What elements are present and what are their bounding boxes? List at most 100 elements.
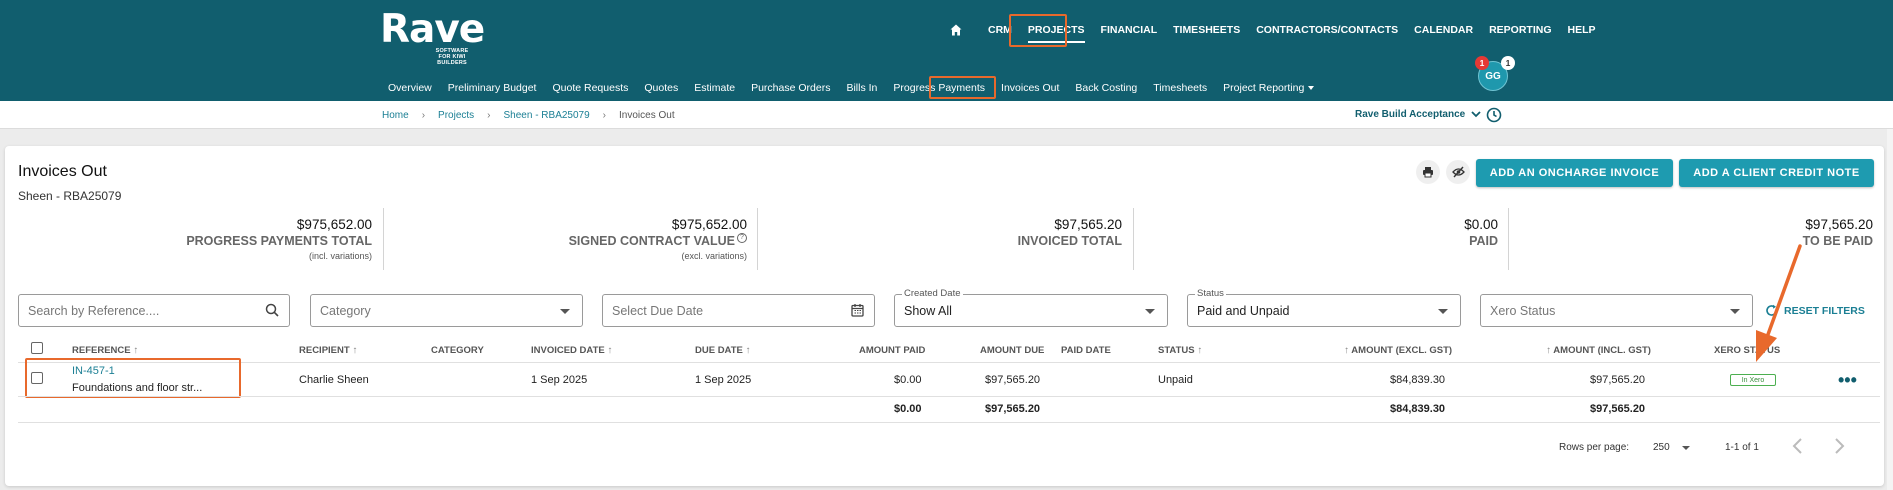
print-button[interactable] [1416,160,1440,184]
subnav-preliminary-budget[interactable]: Preliminary Budget [440,81,545,95]
reference-highlight-box [25,358,241,398]
xero-status-select[interactable]: Xero Status [1480,294,1753,327]
created-date-value: Show All [904,304,952,318]
col-amount-incl-label: AMOUNT (INCL. GST) [1553,345,1651,356]
search-icon [265,303,279,317]
top-header: Rave SOFTWARE FOR KIWI BUILDERS CRM PROJ… [0,0,1893,101]
refresh-icon [1766,304,1777,316]
dropdown-arrow-icon [1730,309,1740,314]
subnav-quote-requests[interactable]: Quote Requests [544,81,636,95]
breadcrumb: Home › Projects › Sheen - RBA25079 › Inv… [382,110,675,121]
breadcrumb-project[interactable]: Sheen - RBA25079 [504,110,590,121]
breadcrumb-current: Invoices Out [619,110,675,121]
summary-label: INVOICED TOTAL [1017,234,1122,248]
summary-to-be-paid: $97,565.20 TO BE PAID [1573,216,1873,250]
workflow-dropdown[interactable]: Rave Build Acceptance [1355,109,1481,120]
subnav-invoices-out[interactable]: Invoices Out [993,81,1067,95]
col-status[interactable]: STATUS ↑ [1158,345,1202,356]
subnav-purchase-orders[interactable]: Purchase Orders [743,81,838,95]
rave-logo[interactable]: Rave SOFTWARE FOR KIWI BUILDERS [380,10,485,67]
prev-page-icon[interactable] [1790,437,1806,455]
col-paid-date[interactable]: PAID DATE [1061,345,1111,356]
col-amount-paid[interactable]: AMOUNT PAID [859,345,925,356]
subnav-overview[interactable]: Overview [380,81,440,95]
col-amount-excl-label: AMOUNT (EXCL. GST) [1351,345,1453,356]
nav-financial[interactable]: FINANCIAL [1093,23,1166,37]
history-clock-icon[interactable] [1486,107,1502,123]
summary-value: $97,565.20 [1054,217,1122,232]
scrollbar[interactable] [1887,129,1893,490]
total-amount-incl-gst: $97,565.20 [1590,403,1646,415]
help-icon[interactable]: ? [737,233,747,243]
nav-help[interactable]: HELP [1560,23,1604,37]
notification-badge[interactable]: 1 [1475,56,1489,70]
pagination-range: 1-1 of 1 [1725,442,1759,453]
summary-value: $975,652.00 [296,217,372,232]
search-input[interactable]: Search by Reference.... [18,294,290,327]
home-icon[interactable] [946,22,966,38]
divider [1133,208,1134,270]
cell-amount-excl-gst: $84,839.30 [1390,374,1446,386]
status-select[interactable]: Status Paid and Unpaid [1187,288,1461,327]
add-client-credit-note-button[interactable]: ADD A CLIENT CREDIT NOTE [1679,159,1874,187]
dropdown-arrow-icon [1438,309,1448,314]
cell-recipient: Charlie Sheen [299,374,369,386]
subnav-timesheets[interactable]: Timesheets [1145,81,1215,95]
rows-per-page-select[interactable]: 250 [1653,442,1670,453]
xero-status-placeholder: Xero Status [1490,304,1556,318]
category-select[interactable]: Category [310,294,583,327]
hide-columns-button[interactable] [1446,160,1470,184]
logo-tagline: SOFTWARE FOR KIWI BUILDERS [435,48,469,66]
subnav-bills-in[interactable]: Bills In [838,81,885,95]
summary-label-row: SIGNED CONTRACT VALUE? [447,233,747,250]
reset-filters-button[interactable]: RESET FILTERS [1766,304,1865,317]
caret-down-icon [1308,86,1315,91]
col-due-date-label: DUE DATE [695,345,743,356]
select-all-checkbox[interactable] [31,342,43,354]
col-due-date[interactable]: DUE DATE ↑ [695,345,751,356]
col-amount-excl-gst[interactable]: ↑ AMOUNT (EXCL. GST) [1344,345,1452,356]
summary-label: PAID [1469,234,1498,248]
due-date-picker[interactable]: Select Due Date [602,294,875,327]
col-amount-due[interactable]: AMOUNT DUE [980,345,1044,356]
col-reference[interactable]: REFERENCE ↑ [72,345,138,356]
message-badge[interactable]: 1 [1501,56,1515,70]
breadcrumb-bar: Home › Projects › Sheen - RBA25079 › Inv… [0,101,1893,129]
summary-value: $975,652.00 [671,217,747,232]
nav-calendar[interactable]: CALENDAR [1406,23,1481,37]
reset-filters-label: RESET FILTERS [1784,304,1865,317]
add-oncharge-invoice-button[interactable]: ADD AN ONCHARGE INVOICE [1476,159,1673,187]
col-xero-status[interactable]: XERO STATUS [1714,345,1780,356]
dropdown-arrow-icon[interactable] [1682,446,1690,450]
breadcrumb-projects[interactable]: Projects [438,110,474,121]
col-invoiced-date[interactable]: INVOICED DATE ↑ [531,345,612,356]
rows-per-page-label: Rows per page: [1559,442,1630,453]
nav-reporting[interactable]: REPORTING [1481,23,1559,37]
category-placeholder: Category [320,304,371,318]
subnav-estimate[interactable]: Estimate [686,81,743,95]
sort-arrow-icon: ↑ [1344,345,1349,356]
col-amount-incl-gst[interactable]: ↑ AMOUNT (INCL. GST) [1546,345,1651,356]
breadcrumb-home[interactable]: Home [382,110,409,121]
subnav-back-costing[interactable]: Back Costing [1067,81,1145,95]
divider [383,208,384,270]
status-label: Status [1195,288,1226,299]
divider [757,208,758,270]
created-date-select[interactable]: Created Date Show All [894,288,1168,327]
search-placeholder: Search by Reference.... [28,304,160,318]
projects-highlight-box [1009,14,1067,47]
col-recipient[interactable]: RECIPIENT ↑ [299,345,357,356]
col-category[interactable]: CATEGORY [431,345,484,356]
next-page-icon[interactable] [1831,437,1847,455]
subnav-project-reporting[interactable]: Project Reporting [1215,81,1322,95]
cell-amount-paid: $0.00 [894,374,922,386]
calendar-icon [851,304,864,317]
nav-contractors-contacts[interactable]: CONTRACTORS/CONTACTS [1248,23,1406,37]
row-actions-menu-icon[interactable]: ••• [1838,370,1857,391]
breadcrumb-separator-icon: › [487,110,491,121]
summary-paid: $0.00 PAID [1198,216,1498,250]
nav-timesheets[interactable]: TIMESHEETS [1165,23,1248,37]
subnav-quotes[interactable]: Quotes [636,81,686,95]
cell-amount-due: $97,565.20 [985,374,1041,386]
summary-label: PROGRESS PAYMENTS TOTAL [186,234,372,248]
